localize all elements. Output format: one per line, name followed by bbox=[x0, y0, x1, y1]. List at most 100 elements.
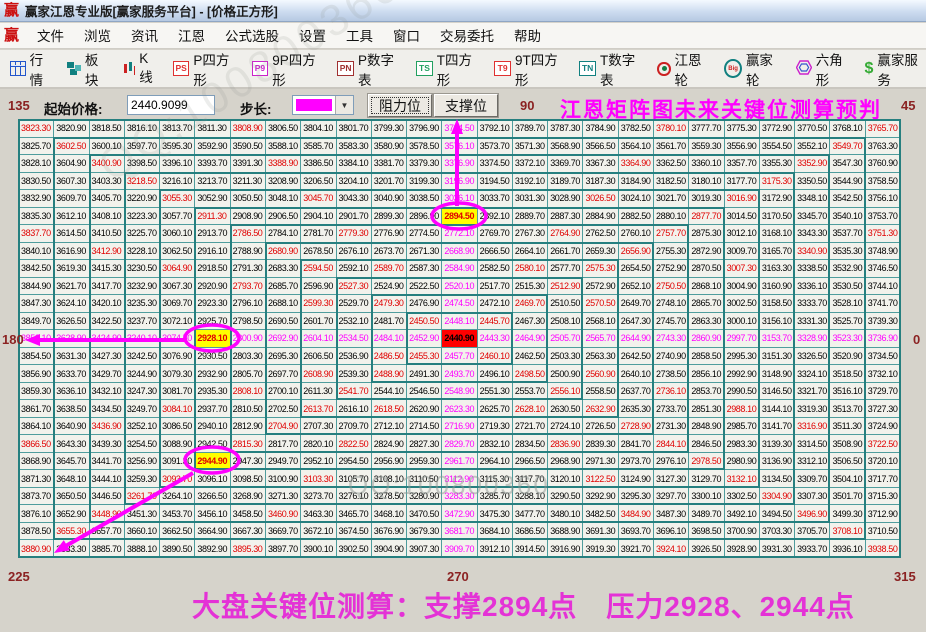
matrix-cell[interactable]: 3530.50 bbox=[830, 278, 865, 296]
matrix-cell[interactable]: 2834.50 bbox=[513, 435, 548, 453]
matrix-cell[interactable]: 3403.30 bbox=[90, 173, 125, 191]
matrix-cell[interactable]: 3576.10 bbox=[442, 138, 477, 156]
matrix-cell[interactable]: 2870.50 bbox=[689, 260, 724, 278]
matrix-cell[interactable]: 3693.70 bbox=[619, 523, 654, 541]
matrix-cell[interactable]: 3916.90 bbox=[548, 540, 583, 558]
matrix-cell[interactable]: 3283.30 bbox=[442, 488, 477, 506]
matrix-cell[interactable]: 3936.10 bbox=[830, 540, 865, 558]
matrix-cell[interactable]: 3288.10 bbox=[513, 488, 548, 506]
matrix-cell[interactable]: 3348.10 bbox=[795, 190, 830, 208]
matrix-cell[interactable]: 3228.10 bbox=[125, 243, 160, 261]
matrix-cell[interactable]: 3698.50 bbox=[689, 523, 724, 541]
matrix-cell[interactable]: 3098.50 bbox=[231, 470, 266, 488]
matrix-cell[interactable]: 3144.10 bbox=[760, 400, 795, 418]
matrix-cell[interactable]: 3136.90 bbox=[760, 453, 795, 471]
matrix-cell[interactable]: 3799.30 bbox=[372, 120, 407, 138]
matrix-cell[interactable]: 2714.50 bbox=[407, 418, 442, 436]
matrix-cell[interactable]: 3748.90 bbox=[866, 243, 901, 261]
matrix-cell[interactable]: 3216.10 bbox=[160, 173, 195, 191]
matrix-cell[interactable]: 3583.30 bbox=[337, 138, 372, 156]
matrix-cell[interactable]: 2884.90 bbox=[583, 208, 618, 226]
matrix-cell[interactable]: 3338.50 bbox=[795, 260, 830, 278]
matrix-cell[interactable]: 3520.90 bbox=[830, 348, 865, 366]
matrix-cell[interactable]: 2558.50 bbox=[583, 383, 618, 401]
matrix-key-cell[interactable]: 2894.50 bbox=[442, 208, 477, 226]
matrix-cell[interactable]: 2781.70 bbox=[301, 225, 336, 243]
matrix-cell[interactable]: 3439.30 bbox=[90, 435, 125, 453]
matrix-cell[interactable]: 3499.30 bbox=[830, 505, 865, 523]
matrix-cell[interactable]: 3837.70 bbox=[19, 225, 54, 243]
matrix-cell[interactable]: 2680.90 bbox=[266, 243, 301, 261]
matrix-cell[interactable]: 3081.70 bbox=[160, 383, 195, 401]
matrix-cell[interactable]: 3280.90 bbox=[407, 488, 442, 506]
matrix-cell[interactable]: 2623.30 bbox=[442, 400, 477, 418]
matrix-cell[interactable]: 2515.30 bbox=[513, 278, 548, 296]
matrix-cell[interactable]: 3840.10 bbox=[19, 243, 54, 261]
matrix-cell[interactable]: 2584.90 bbox=[442, 260, 477, 278]
matrix-cell[interactable]: 3633.70 bbox=[54, 365, 89, 383]
matrix-cell[interactable]: 2812.90 bbox=[231, 418, 266, 436]
toolbar-button-9P四方形[interactable]: P99P四方形 bbox=[252, 49, 325, 89]
matrix-cell[interactable]: 2455.30 bbox=[407, 348, 442, 366]
matrix-cell[interactable]: 2844.10 bbox=[654, 435, 689, 453]
matrix-cell[interactable]: 3873.70 bbox=[19, 488, 54, 506]
matrix-cell[interactable]: 2709.70 bbox=[337, 418, 372, 436]
matrix-cell[interactable]: 3156.10 bbox=[760, 313, 795, 331]
matrix-cell[interactable]: 3091.30 bbox=[160, 453, 195, 471]
matrix-cell[interactable]: 2671.30 bbox=[407, 243, 442, 261]
matrix-cell[interactable]: 3830.50 bbox=[19, 173, 54, 191]
step-color-combobox[interactable]: ▼ bbox=[292, 95, 354, 115]
matrix-cell[interactable]: 3004.90 bbox=[725, 278, 760, 296]
matrix-cell[interactable]: 3096.10 bbox=[195, 470, 230, 488]
matrix-cell[interactable]: 2697.70 bbox=[266, 365, 301, 383]
matrix-cell[interactable]: 3655.30 bbox=[54, 523, 89, 541]
matrix-cell[interactable]: 3463.30 bbox=[301, 505, 336, 523]
matrix-cell[interactable]: 3703.30 bbox=[760, 523, 795, 541]
matrix-cell[interactable]: 3112.90 bbox=[442, 470, 477, 488]
matrix-cell[interactable]: 3026.50 bbox=[583, 190, 618, 208]
matrix-cell[interactable]: 2832.10 bbox=[478, 435, 513, 453]
toolbar-button-江恩轮[interactable]: 江恩轮 bbox=[657, 49, 711, 89]
matrix-cell[interactable]: 3849.70 bbox=[19, 313, 54, 331]
matrix-cell[interactable]: 2589.70 bbox=[372, 260, 407, 278]
matrix-cell[interactable]: 3561.70 bbox=[654, 138, 689, 156]
matrix-cell[interactable]: 3429.70 bbox=[90, 365, 125, 383]
matrix-cell[interactable]: 2740.90 bbox=[654, 348, 689, 366]
matrix-cell[interactable]: 2524.90 bbox=[372, 278, 407, 296]
matrix-cell[interactable]: 3177.70 bbox=[725, 173, 760, 191]
matrix-cell[interactable]: 3088.90 bbox=[160, 435, 195, 453]
matrix-cell[interactable]: 2937.70 bbox=[195, 400, 230, 418]
matrix-cell[interactable]: 2652.10 bbox=[619, 278, 654, 296]
matrix-cell[interactable]: 3616.90 bbox=[54, 243, 89, 261]
matrix-cell[interactable]: 3420.10 bbox=[90, 295, 125, 313]
matrix-cell[interactable]: 3794.50 bbox=[442, 120, 477, 138]
matrix-cell[interactable]: 3861.70 bbox=[19, 400, 54, 418]
matrix-cell[interactable]: 2767.30 bbox=[513, 225, 548, 243]
matrix-cell[interactable]: 3628.90 bbox=[54, 330, 89, 348]
matrix-cell[interactable]: 2815.30 bbox=[231, 435, 266, 453]
matrix-cell[interactable]: 3273.70 bbox=[301, 488, 336, 506]
matrix-cell[interactable]: 3895.30 bbox=[231, 540, 266, 558]
matrix-cell[interactable]: 3619.30 bbox=[54, 260, 89, 278]
matrix-cell[interactable]: 3211.30 bbox=[231, 173, 266, 191]
matrix-cell[interactable]: 2992.90 bbox=[725, 365, 760, 383]
matrix-cell[interactable]: 2565.70 bbox=[583, 330, 618, 348]
matrix-cell[interactable]: 2664.10 bbox=[513, 243, 548, 261]
matrix-cell[interactable]: 2599.30 bbox=[301, 295, 336, 313]
matrix-cell[interactable]: 3196.90 bbox=[442, 173, 477, 191]
toolbar-button-赢家轮[interactable]: Big赢家轮 bbox=[724, 49, 782, 89]
matrix-cell[interactable]: 2688.10 bbox=[266, 295, 301, 313]
matrix-cell[interactable]: 2527.30 bbox=[337, 278, 372, 296]
matrix-cell[interactable]: 2486.50 bbox=[372, 348, 407, 366]
matrix-cell[interactable]: 2868.10 bbox=[689, 278, 724, 296]
matrix-cell[interactable]: 2808.10 bbox=[231, 383, 266, 401]
matrix-cell[interactable]: 3134.50 bbox=[760, 470, 795, 488]
matrix-cell[interactable]: 3592.90 bbox=[195, 138, 230, 156]
matrix-cell[interactable]: 3604.90 bbox=[54, 155, 89, 173]
matrix-cell[interactable]: 2707.30 bbox=[301, 418, 336, 436]
toolbar-button-T四方形[interactable]: TST四方形 bbox=[416, 49, 481, 89]
matrix-cell[interactable]: 3552.10 bbox=[795, 138, 830, 156]
matrix-cell[interactable]: 3324.10 bbox=[795, 365, 830, 383]
matrix-cell[interactable]: 2820.10 bbox=[301, 435, 336, 453]
matrix-cell[interactable]: 2640.10 bbox=[619, 365, 654, 383]
